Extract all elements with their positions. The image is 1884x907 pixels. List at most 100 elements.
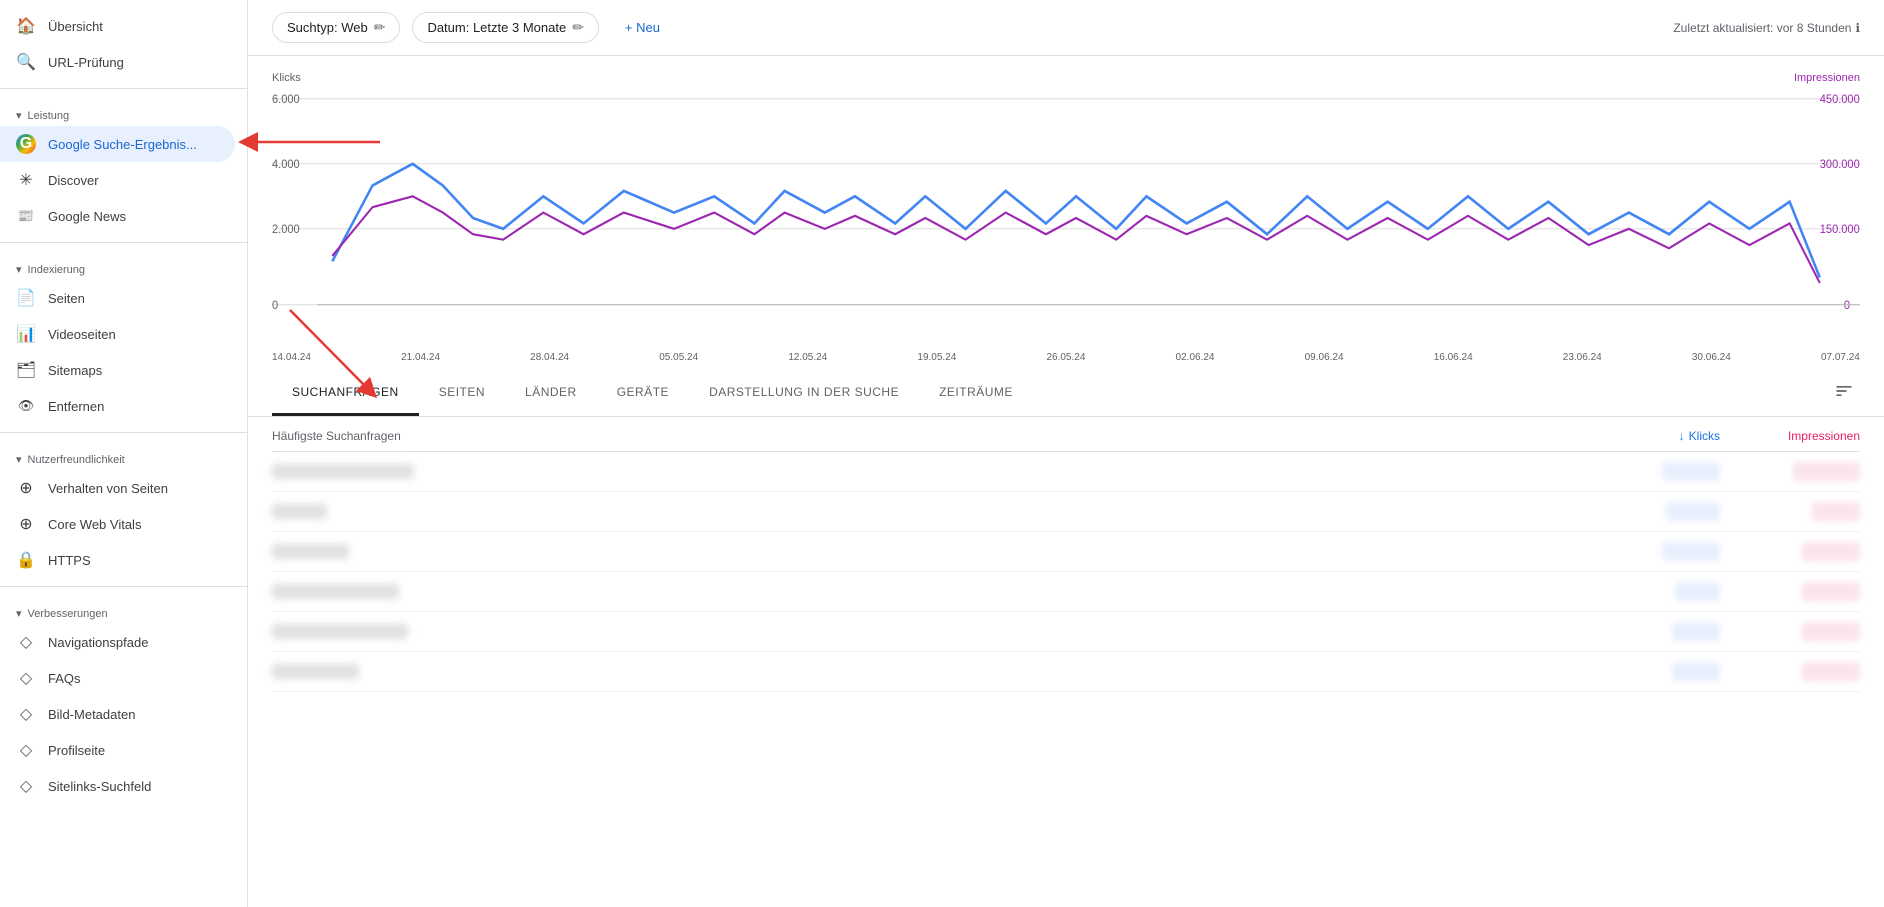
clicks-cell: █ ███ bbox=[1580, 662, 1720, 681]
sidebar-item-faqs[interactable]: ◇ FAQs bbox=[0, 660, 235, 696]
sidebar-item-seiten[interactable]: 📄 Seiten bbox=[0, 280, 235, 316]
sidebar-item-core-web[interactable]: ⊕ Core Web Vitals bbox=[0, 506, 235, 542]
sitemap-icon: 🗂 bbox=[16, 360, 36, 380]
sidebar-item-uebersicht[interactable]: 🏠 Übersicht bbox=[0, 8, 235, 44]
profile-icon: ◇ bbox=[16, 740, 36, 760]
col-header-clicks: ↓ Klicks bbox=[1580, 429, 1720, 443]
x-label-3: 05.05.24 bbox=[659, 352, 698, 363]
query-cell: ██████ ███ █████ bbox=[272, 624, 1580, 639]
filter-datum[interactable]: Datum: Letzte 3 Monate ✏ bbox=[412, 12, 598, 43]
clicks-cell: █████ bbox=[1580, 502, 1720, 521]
query-cell: ███████ █ bbox=[272, 544, 1580, 559]
impressions-line bbox=[332, 196, 1819, 283]
divider-3 bbox=[0, 432, 247, 433]
query-cell: ██████ bbox=[272, 504, 1580, 519]
sidebar-item-sitemaps[interactable]: 🗂 Sitemaps bbox=[0, 352, 235, 388]
x-label-10: 23.06.24 bbox=[1563, 352, 1602, 363]
image-icon: ◇ bbox=[16, 704, 36, 724]
chevron-icon-3: ▾ bbox=[16, 453, 22, 466]
impressions-cell: ██ ███ bbox=[1720, 622, 1860, 641]
col-header-impressions: Impressionen bbox=[1720, 429, 1860, 443]
tabs-bar: SUCHANFRAGEN SEITEN LÄNDER GERÄTE DARSTE… bbox=[248, 371, 1884, 417]
sidebar-item-entfernen[interactable]: 👁 Entfernen bbox=[0, 388, 235, 424]
x-label-1: 21.04.24 bbox=[401, 352, 440, 363]
clicks-cell: ███ ██ bbox=[1580, 462, 1720, 481]
sidebar-label-google-news: Google News bbox=[48, 209, 126, 224]
behavior-icon: ⊕ bbox=[16, 478, 36, 498]
filter-suchtyp[interactable]: Suchtyp: Web ✏ bbox=[272, 12, 400, 43]
x-label-6: 26.05.24 bbox=[1046, 352, 1085, 363]
table-row[interactable]: ███ ████ ██████ ████ ██ ███ bbox=[272, 572, 1860, 612]
tab-geraete[interactable]: GERÄTE bbox=[597, 371, 689, 416]
home-icon: 🏠 bbox=[16, 16, 36, 36]
sidebar-item-google-news[interactable]: 📰 Google News bbox=[0, 198, 235, 234]
query-cell: ███ ████ ██████ bbox=[272, 584, 1580, 599]
sidebar-label-sitemaps: Sitemaps bbox=[48, 363, 102, 378]
table-row[interactable]: ██████ ███ █████ █ ███ ██ ███ bbox=[272, 612, 1860, 652]
impressions-cell: ██ ███ bbox=[1720, 542, 1860, 561]
section-nutzer: ▾ Nutzerfreundlichkeit bbox=[0, 441, 247, 470]
clicks-cell: █ ███ bbox=[1580, 622, 1720, 641]
last-updated: Zuletzt aktualisiert: vor 8 Stunden ℹ bbox=[1673, 21, 1860, 35]
clicks-line bbox=[332, 164, 1819, 278]
sidebar-item-videoseiten[interactable]: 📊 Videoseiten bbox=[0, 316, 235, 352]
sidebar-label-nav: Navigationspfade bbox=[48, 635, 148, 650]
x-label-4: 12.05.24 bbox=[788, 352, 827, 363]
google-logo-icon: G bbox=[16, 134, 36, 154]
svg-text:0: 0 bbox=[272, 300, 278, 312]
tab-suchanfragen[interactable]: SUCHANFRAGEN bbox=[272, 371, 419, 416]
impressions-cell: ██ ██ bbox=[1720, 502, 1860, 521]
svg-text:2.000: 2.000 bbox=[272, 224, 300, 236]
performance-chart: 6.000 4.000 2.000 0 450.000 300.000 150.… bbox=[272, 88, 1860, 348]
x-label-9: 16.06.24 bbox=[1434, 352, 1473, 363]
main-content: Suchtyp: Web ✏ Datum: Letzte 3 Monate ✏ … bbox=[248, 0, 1884, 907]
sidebar-item-verhalten[interactable]: ⊕ Verhalten von Seiten bbox=[0, 470, 235, 506]
table-row[interactable]: ██████ ███ █ ███ ██ ███ bbox=[272, 652, 1860, 692]
sidebar-item-https[interactable]: 🔒 HTTPS bbox=[0, 542, 235, 578]
table-row[interactable]: ██████ █████ ██ ██ bbox=[272, 492, 1860, 532]
section-leistung: ▾ Leistung bbox=[0, 97, 247, 126]
clicks-cell: ██ ███ bbox=[1580, 542, 1720, 561]
sidebar-label-faqs: FAQs bbox=[48, 671, 81, 686]
sidebar-item-navigationspfade[interactable]: ◇ Navigationspfade bbox=[0, 624, 235, 660]
tab-darstellung[interactable]: DARSTELLUNG IN DER SUCHE bbox=[689, 371, 919, 416]
impressions-cell: ██ ███ bbox=[1720, 582, 1860, 601]
chevron-icon-2: ▾ bbox=[16, 263, 22, 276]
search-icon: 🔍 bbox=[16, 52, 36, 72]
x-label-0: 14.04.24 bbox=[272, 352, 311, 363]
sidebar: 🏠 Übersicht 🔍 URL-Prüfung ▾ Leistung G G… bbox=[0, 0, 248, 907]
sidebar-label-discover: Discover bbox=[48, 173, 99, 188]
add-label: + Neu bbox=[625, 20, 660, 35]
sidebar-label-entfernen: Entfernen bbox=[48, 399, 104, 414]
sidebar-label-videoseiten: Videoseiten bbox=[48, 327, 116, 342]
sidebar-label-sitelinks: Sitelinks-Suchfeld bbox=[48, 779, 151, 794]
add-filter-button[interactable]: + Neu bbox=[611, 14, 674, 41]
sidebar-label-google-suche: Google Suche-Ergebnis... bbox=[48, 137, 197, 152]
sidebar-item-sitelinks[interactable]: ◇ Sitelinks-Suchfeld bbox=[0, 768, 235, 804]
tab-laender[interactable]: LÄNDER bbox=[505, 371, 597, 416]
chart-area: Klicks Impressionen 6.000 4.000 2.000 0 … bbox=[248, 56, 1884, 371]
x-label-12: 07.07.24 bbox=[1821, 352, 1860, 363]
sidebar-label-uebersicht: Übersicht bbox=[48, 19, 103, 34]
chart-labels-top: Klicks Impressionen bbox=[272, 72, 1860, 84]
sidebar-item-profilseite[interactable]: ◇ Profilseite bbox=[0, 732, 235, 768]
chevron-icon-4: ▾ bbox=[16, 607, 22, 620]
tab-seiten[interactable]: SEITEN bbox=[419, 371, 505, 416]
sidebar-item-discover[interactable]: ✳ Discover bbox=[0, 162, 235, 198]
sidebar-item-url-pruefung[interactable]: 🔍 URL-Prüfung bbox=[0, 44, 235, 80]
filter-datum-label: Datum: Letzte 3 Monate bbox=[427, 20, 566, 35]
sidebar-label-bild: Bild-Metadaten bbox=[48, 707, 135, 722]
discover-icon: ✳ bbox=[16, 170, 36, 190]
query-cell: ████ ███████████ bbox=[272, 464, 1580, 479]
filter-icon-button[interactable] bbox=[1828, 375, 1860, 412]
svg-text:0: 0 bbox=[1844, 300, 1850, 312]
edit-icon-suchtyp: ✏ bbox=[374, 19, 386, 36]
sidebar-item-google-suche[interactable]: G Google Suche-Ergebnis... bbox=[0, 126, 235, 162]
tab-zeitraeume[interactable]: ZEITRÄUME bbox=[919, 371, 1033, 416]
filter-suchtyp-label: Suchtyp: Web bbox=[287, 20, 368, 35]
table-row[interactable]: ████ ███████████ ███ ██ ███ ███ bbox=[272, 452, 1860, 492]
sidebar-label-seiten: Seiten bbox=[48, 291, 85, 306]
lock-icon: 🔒 bbox=[16, 550, 36, 570]
sidebar-item-bild-metadaten[interactable]: ◇ Bild-Metadaten bbox=[0, 696, 235, 732]
table-row[interactable]: ███████ █ ██ ███ ██ ███ bbox=[272, 532, 1860, 572]
